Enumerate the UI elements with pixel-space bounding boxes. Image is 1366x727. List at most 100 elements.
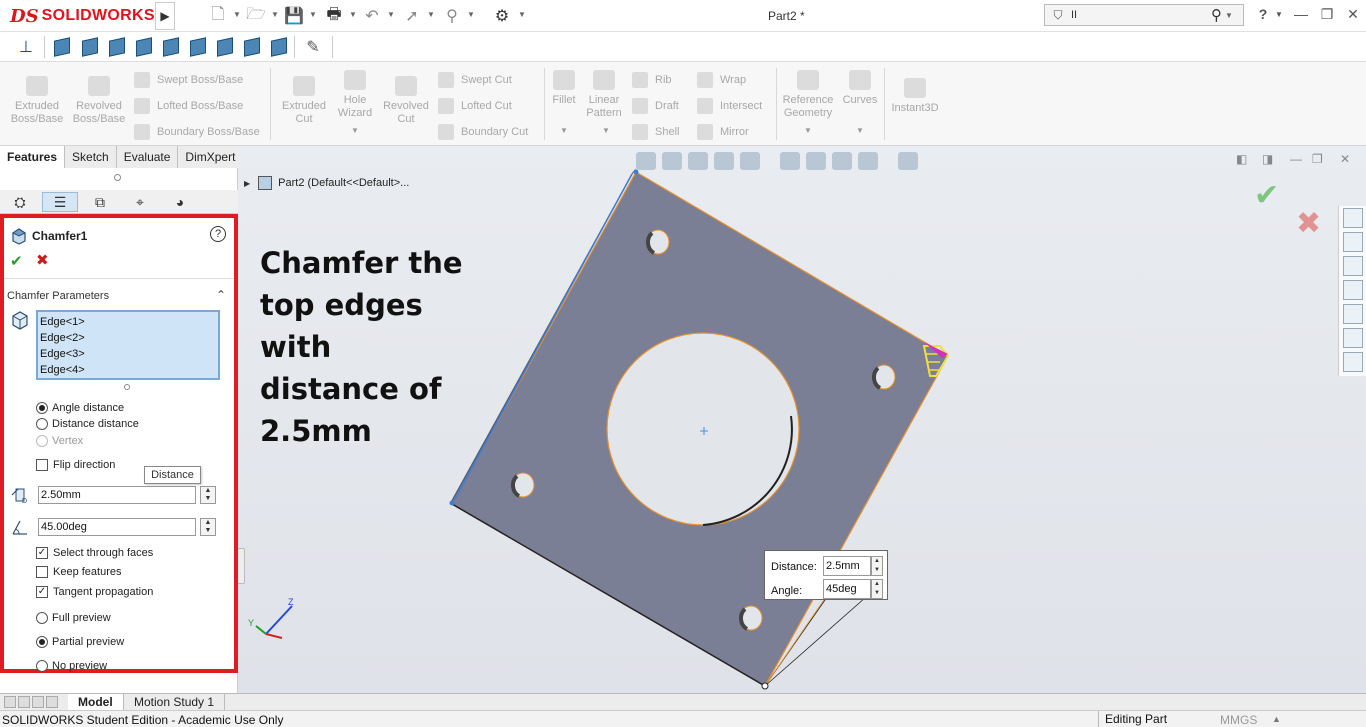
view-palette-icon[interactable]: [1343, 280, 1363, 300]
close-window-icon[interactable]: ✕: [1342, 6, 1364, 26]
open-dropdown-caret-icon[interactable]: ▼: [271, 10, 279, 19]
curves-dropdown-caret-icon[interactable]: ▼: [856, 126, 864, 135]
mounting-hole[interactable]: [510, 472, 535, 498]
boundary-cut-button[interactable]: Boundary Cut: [438, 124, 528, 140]
graphics-area[interactable]: ▶ Part2 (Default<<Default>... Chamfer th…: [238, 146, 1366, 693]
boundary-boss-button[interactable]: Boundary Boss/Base: [134, 124, 260, 140]
restore-window-icon[interactable]: ❐: [1316, 6, 1338, 26]
hole-wizard-button[interactable]: Hole Wizard: [330, 70, 380, 120]
save-icon[interactable]: 💾: [284, 6, 304, 26]
linear-pattern-button[interactable]: Linear Pattern: [582, 70, 626, 120]
hide-show-items-icon[interactable]: [806, 152, 826, 170]
center-hole[interactable]: [606, 332, 800, 526]
new-document-icon[interactable]: 🗋: [208, 6, 228, 26]
back-view-icon[interactable]: [80, 37, 100, 57]
last-tab-arrow-icon[interactable]: [46, 696, 58, 708]
configuration-manager-icon[interactable]: ⧉: [82, 192, 118, 212]
rebuild-icon[interactable]: ⚲: [442, 6, 462, 26]
unit-system-caret-icon[interactable]: ▲: [1272, 714, 1281, 724]
rebuild-dropdown-caret-icon[interactable]: ▼: [467, 10, 475, 19]
front-view-icon[interactable]: [52, 37, 72, 57]
trimetric-view-icon[interactable]: [242, 37, 262, 57]
help-icon[interactable]: ?: [210, 226, 226, 242]
checkbox[interactable]: ✓: [36, 586, 48, 598]
tangent-propagation-checkbox[interactable]: ✓ Tangent propagation: [36, 586, 153, 598]
menu-expand-arrow-icon[interactable]: ▶: [155, 2, 175, 30]
search-dropdown-caret-icon[interactable]: ▼: [1225, 11, 1233, 20]
file-explorer-icon[interactable]: [1343, 256, 1363, 276]
reference-geometry-dropdown-caret-icon[interactable]: ▼: [804, 126, 812, 135]
expand-arrow-icon[interactable]: ▶: [244, 179, 250, 188]
selected-edges-list[interactable]: Edge<1> Edge<2> Edge<3> Edge<4>: [36, 310, 220, 380]
pin-icon[interactable]: ⛉: [1045, 8, 1071, 23]
tab-dimxpert[interactable]: DimXpert: [178, 146, 244, 168]
instant3d-button[interactable]: Instant3D: [888, 78, 942, 115]
property-manager-icon[interactable]: ☰: [42, 192, 78, 212]
reference-geometry-button[interactable]: Reference Geometry: [780, 70, 836, 120]
intersect-button[interactable]: Intersect: [697, 98, 762, 114]
hole-wizard-dropdown-caret-icon[interactable]: ▼: [351, 126, 359, 135]
tab-evaluate[interactable]: Evaluate: [116, 146, 179, 168]
list-item[interactable]: Edge<4>: [40, 362, 216, 378]
fillet-button[interactable]: Fillet: [548, 70, 580, 107]
distance-distance-option[interactable]: Distance distance: [36, 418, 139, 430]
panel-collapse-handle[interactable]: [238, 548, 245, 584]
options-gear-icon[interactable]: ⚙: [492, 6, 512, 26]
wrap-button[interactable]: Wrap: [697, 72, 746, 88]
zoom-to-area-icon[interactable]: [662, 152, 682, 170]
section-view-icon[interactable]: [714, 152, 734, 170]
mounting-hole[interactable]: [645, 229, 670, 255]
close-document-icon[interactable]: ✕: [1340, 152, 1350, 166]
checkbox[interactable]: [36, 459, 48, 471]
tile-left-icon[interactable]: ◧: [1236, 152, 1247, 166]
distance-input[interactable]: [38, 486, 196, 504]
feature-tree-flyout[interactable]: ▶ Part2 (Default<<Default>...: [244, 176, 409, 190]
design-library-icon[interactable]: [1343, 232, 1363, 252]
left-view-icon[interactable]: [107, 37, 127, 57]
help-dropdown-caret-icon[interactable]: ▼: [1268, 10, 1290, 30]
confirmation-ok-icon[interactable]: ✔: [1254, 178, 1279, 213]
view-orientation-icon[interactable]: [740, 152, 760, 170]
tab-features[interactable]: Features: [0, 146, 66, 168]
tab-motion-study-1[interactable]: Motion Study 1: [124, 694, 226, 711]
select-dropdown-caret-icon[interactable]: ▼: [427, 10, 435, 19]
keep-features-checkbox[interactable]: Keep features: [36, 566, 122, 578]
curves-button[interactable]: Curves: [840, 70, 880, 107]
new-dropdown-caret-icon[interactable]: ▼: [233, 10, 241, 19]
vertex-handle[interactable]: [449, 500, 455, 506]
draft-button[interactable]: Draft: [632, 98, 679, 114]
shell-button[interactable]: Shell: [632, 124, 679, 140]
distance-spinner[interactable]: ▲ ▼: [200, 486, 216, 504]
tab-sketch[interactable]: Sketch: [65, 146, 117, 168]
extruded-cut-button[interactable]: Extruded Cut: [278, 76, 330, 126]
appearances-icon[interactable]: [1343, 304, 1363, 324]
minimize-window-icon[interactable]: —: [1290, 6, 1312, 26]
search-box[interactable]: ⛉ ⚲ ▼: [1044, 4, 1244, 26]
mounting-hole[interactable]: [738, 605, 763, 631]
list-item[interactable]: Edge<3>: [40, 346, 216, 362]
pattern-dropdown-caret-icon[interactable]: ▼: [602, 126, 610, 135]
undo-icon[interactable]: ↶: [362, 6, 382, 26]
angle-input[interactable]: [38, 518, 196, 536]
angle-callout-input[interactable]: [823, 579, 871, 599]
list-item[interactable]: Edge<2>: [40, 330, 216, 346]
save-dropdown-caret-icon[interactable]: ▼: [309, 10, 317, 19]
isometric-view-icon[interactable]: [215, 37, 235, 57]
print-icon[interactable]: 🖶: [324, 6, 344, 26]
next-tab-arrow-icon[interactable]: [32, 696, 44, 708]
angle-callout-spinner[interactable]: ▲ ▼: [871, 579, 883, 599]
radio-button[interactable]: [36, 660, 48, 672]
mirror-button[interactable]: Mirror: [697, 124, 749, 140]
edit-appearance-icon[interactable]: [832, 152, 852, 170]
collapse-section-icon[interactable]: ⌃: [216, 288, 226, 302]
angle-spinner[interactable]: ▲ ▼: [200, 518, 216, 536]
section-title[interactable]: Chamfer Parameters: [7, 290, 109, 302]
panel-grip[interactable]: [0, 168, 238, 190]
no-preview-option[interactable]: No preview: [36, 660, 107, 672]
zoom-to-fit-icon[interactable]: [636, 152, 656, 170]
print-dropdown-caret-icon[interactable]: ▼: [349, 10, 357, 19]
select-through-faces-checkbox[interactable]: ✓ Select through faces: [36, 547, 153, 559]
partial-preview-option[interactable]: Partial preview: [36, 636, 124, 648]
first-tab-arrow-icon[interactable]: [4, 696, 16, 708]
fillet-dropdown-caret-icon[interactable]: ▼: [560, 126, 568, 135]
